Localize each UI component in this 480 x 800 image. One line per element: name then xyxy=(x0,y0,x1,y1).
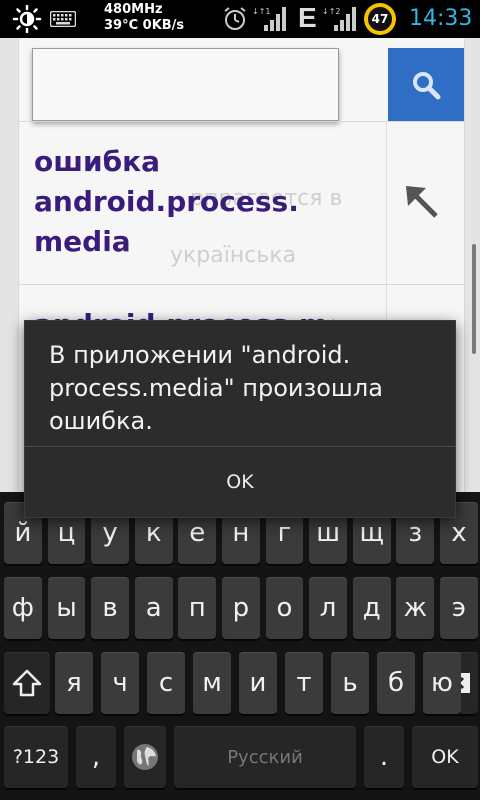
search-input[interactable] xyxy=(32,48,339,121)
key[interactable]: в xyxy=(91,577,129,639)
key[interactable]: л xyxy=(309,577,347,639)
globe-icon xyxy=(132,744,158,770)
key[interactable]: ь xyxy=(331,652,369,714)
error-dialog: В приложении "android. process.media" пр… xyxy=(24,320,456,518)
divider xyxy=(18,284,465,285)
ok-button[interactable]: OK xyxy=(25,447,455,517)
key[interactable]: о xyxy=(265,577,304,639)
comma-key[interactable]: , xyxy=(76,726,116,788)
key[interactable]: ч xyxy=(101,652,139,714)
key[interactable]: т xyxy=(285,652,323,714)
keyboard-icon xyxy=(50,11,76,27)
key[interactable]: с xyxy=(147,652,185,714)
soft-keyboard: йцукенгшщзх фывапролджэ ячсмитьбю ?123 ,… xyxy=(0,492,480,800)
key[interactable]: ы xyxy=(47,577,86,639)
key[interactable]: б xyxy=(377,652,415,714)
insert-suggestion-icon[interactable] xyxy=(404,184,440,220)
key[interactable]: я xyxy=(55,652,93,714)
divider xyxy=(18,121,465,122)
key[interactable]: ж xyxy=(396,577,435,639)
key[interactable]: ф xyxy=(4,577,42,639)
svg-text:↓↑2: ↓↑2 xyxy=(322,7,341,16)
key[interactable]: ю xyxy=(423,652,461,714)
alarm-icon xyxy=(224,7,246,30)
key[interactable]: д xyxy=(352,577,391,639)
shift-icon xyxy=(12,669,42,697)
battery-level: 47 xyxy=(368,7,392,31)
search-icon xyxy=(413,71,441,99)
language-key[interactable] xyxy=(124,726,166,788)
search-button[interactable] xyxy=(388,48,464,121)
key[interactable]: а xyxy=(134,577,173,639)
period-key[interactable]: . xyxy=(364,726,404,788)
scrollbar[interactable] xyxy=(472,244,476,354)
enter-key[interactable]: OK xyxy=(412,726,478,788)
key[interactable]: р xyxy=(222,577,260,639)
battery-indicator: 47 xyxy=(364,3,396,35)
dialog-message: В приложении "android. process.media" пр… xyxy=(49,341,383,435)
shift-key[interactable] xyxy=(4,652,50,714)
brightness-icon xyxy=(12,5,42,33)
cpu-frequency: 480MHz xyxy=(104,2,163,17)
signal-icon: ↓↑1 xyxy=(252,7,286,31)
system-stats: 480MHz 39°C 0KB/s xyxy=(104,2,184,34)
svg-text:↓↑1: ↓↑1 xyxy=(252,7,271,16)
network-type: E xyxy=(298,2,317,33)
temperature-speed: 39°C 0KB/s xyxy=(104,18,185,33)
clock: 14:33 xyxy=(409,6,473,31)
key[interactable]: и xyxy=(239,652,277,714)
status-bar: 480MHz 39°C 0KB/s ↓↑1 E ↓↑2 47 14:33 xyxy=(0,0,480,38)
search-suggestion[interactable]: ошибка android.process. media xyxy=(34,142,334,262)
key[interactable]: э xyxy=(440,577,478,639)
key[interactable]: п xyxy=(178,577,217,639)
signal-2-icon: ↓↑2 xyxy=(322,7,356,31)
key[interactable]: м xyxy=(193,652,231,714)
symbols-key[interactable]: ?123 xyxy=(4,726,68,788)
space-key[interactable]: Русский xyxy=(174,726,356,788)
